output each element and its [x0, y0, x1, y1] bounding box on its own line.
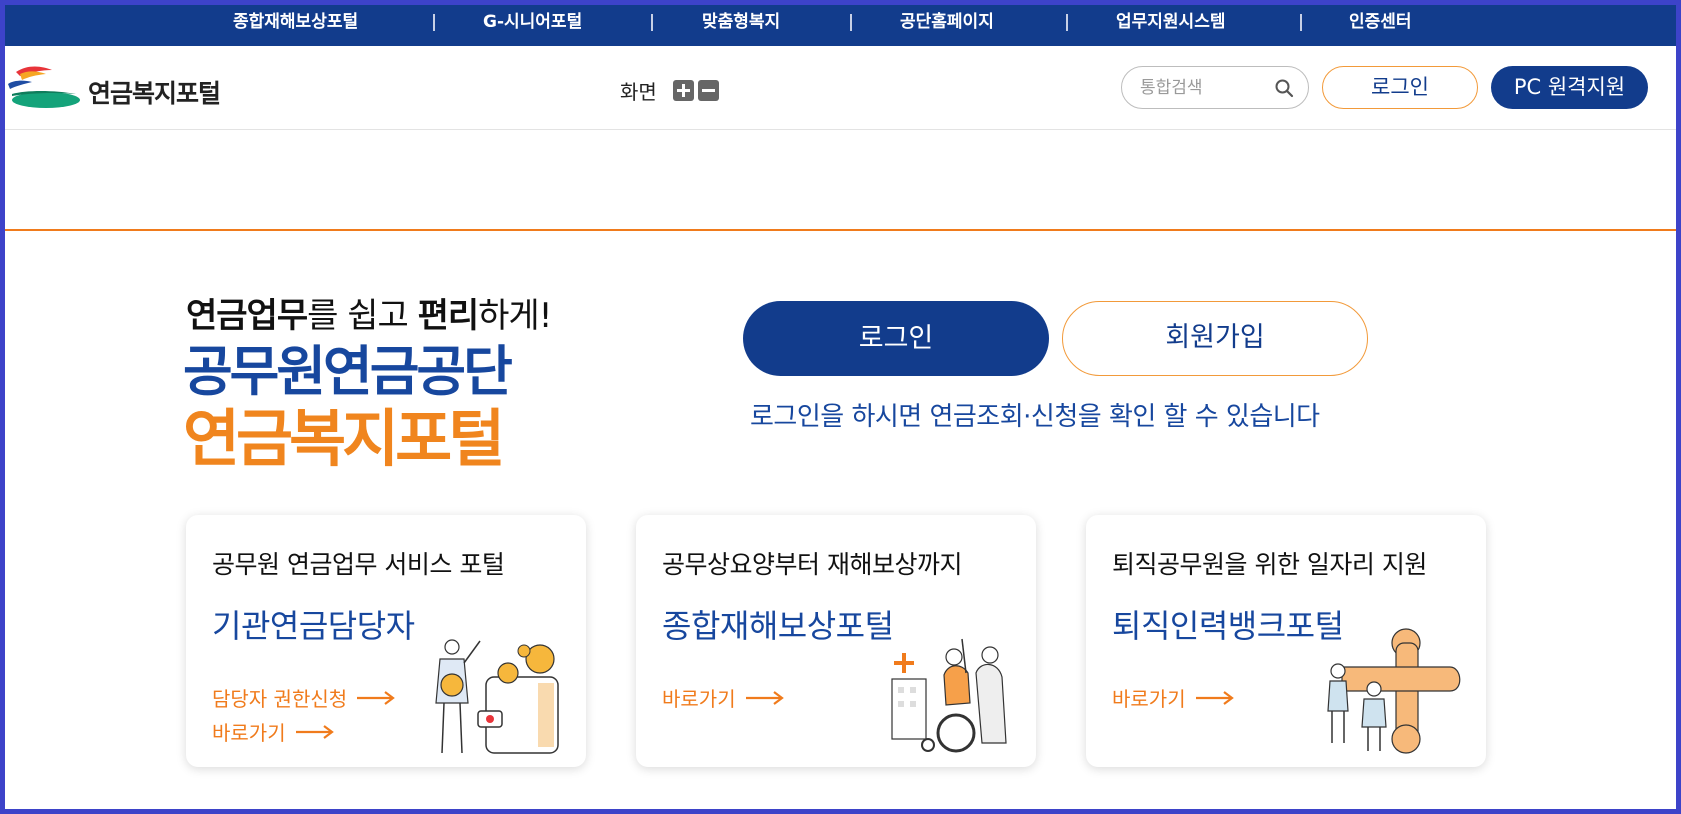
card-title: 기관연금담당자 [212, 607, 415, 645]
link-label: 담당자 권한신청 [212, 687, 348, 711]
topnav-separator [1300, 14, 1302, 31]
zoom-label: 화면 [620, 80, 657, 104]
plus-icon-vertical [681, 84, 685, 97]
topnav-separator [433, 14, 435, 31]
card-title: 종합재해보상포털 [662, 607, 894, 645]
topnav-item-certification-center[interactable]: 인증센터 [1349, 0, 1412, 46]
card-comprehensive-compensation[interactable]: 공무상요양부터 재해보상까지 종합재해보상포털 바로가기 [636, 515, 1036, 767]
topnav-separator [1066, 14, 1068, 31]
brand-agency-name: 공무원연금공단 [183, 340, 513, 403]
search-icon[interactable] [1274, 78, 1294, 98]
card-title: 퇴직인력뱅크포털 [1112, 607, 1344, 645]
topnav-item-comprehensive-compensation[interactable]: 종합재해보상포털 [233, 0, 358, 46]
tagline-bold-2: 편리 [417, 296, 480, 336]
link-label: 바로가기 [212, 721, 286, 745]
topnav-separator [850, 14, 852, 31]
arrow-right-icon [357, 690, 396, 705]
logo-text: 연금복지포털 [88, 79, 221, 108]
wheelchair-care-illustration [891, 638, 1007, 753]
request-authority-link[interactable]: 담당자 권한신청 [212, 683, 396, 712]
link-label: 바로가기 [1112, 687, 1186, 711]
arrow-right-icon [745, 690, 784, 705]
tagline-mid: 를 쉽고 [307, 296, 418, 336]
zoom-out-button[interactable] [697, 80, 719, 101]
topnav-item-work-support[interactable]: 업무지원시스템 [1116, 0, 1225, 46]
topnav-item-agency-homepage[interactable]: 공단홈페이지 [900, 0, 994, 46]
coins-wallet-illustration [435, 639, 559, 754]
puzzle-teamwork-illustration [1327, 628, 1461, 754]
divider-line [0, 229, 1681, 231]
arrow-right-icon [295, 724, 334, 739]
tagline-end: 하게! [478, 296, 552, 336]
signup-button[interactable]: 회원가입 [1062, 301, 1368, 376]
minus-icon [701, 89, 715, 92]
search-input[interactable] [1140, 76, 1270, 100]
topnav-item-custom-welfare[interactable]: 맞춤형복지 [702, 0, 780, 46]
link-label: 바로가기 [662, 687, 736, 711]
zoom-in-button[interactable] [672, 80, 694, 101]
logo-mark-icon [8, 66, 80, 108]
brand-portal-name: 연금복지포털 [183, 402, 505, 475]
card-retired-workforce-bank[interactable]: 퇴직공무원을 위한 일자리 지원 퇴직인력뱅크포털 바로가기 [1086, 515, 1486, 767]
card-agency-pension-manager[interactable]: 공무원 연금업무 서비스 포털 기관연금담당자 담당자 권한신청 바로가기 [186, 515, 586, 767]
card-subtitle: 공무원 연금업무 서비스 포털 [212, 550, 505, 579]
arrow-right-icon [1195, 690, 1234, 705]
logo[interactable]: 연금복지포털 [6, 62, 246, 112]
card-subtitle: 퇴직공무원을 위한 일자리 지원 [1112, 550, 1427, 579]
pc-remote-support-button[interactable]: PC 원격지원 [1491, 66, 1648, 109]
hero-tagline: 연금업무를 쉽고 편리하게! [186, 288, 552, 337]
header-login-button[interactable]: 로그인 [1322, 66, 1478, 109]
site-header: 연금복지포털 화면 로그인 PC 원격지원 [0, 46, 1681, 130]
topnav-item-g-senior[interactable]: G-시니어포털 [483, 0, 582, 46]
top-utility-nav: 종합재해보상포털 G-시니어포털 맞춤형복지 공단홈페이지 업무지원시스템 인증… [0, 0, 1681, 46]
topnav-separator [651, 14, 653, 31]
card-subtitle: 공무상요양부터 재해보상까지 [662, 550, 962, 579]
go-link[interactable]: 바로가기 [212, 717, 334, 746]
login-note: 로그인을 하시면 연금조회·신청을 확인 할 수 있습니다 [750, 402, 1320, 432]
tagline-bold-1: 연금업무 [186, 296, 308, 336]
main-login-button[interactable]: 로그인 [743, 301, 1049, 376]
search-box [1121, 66, 1309, 109]
go-link[interactable]: 바로가기 [1112, 683, 1234, 712]
go-link[interactable]: 바로가기 [662, 683, 784, 712]
screen-zoom-control: 화면 [620, 76, 723, 105]
